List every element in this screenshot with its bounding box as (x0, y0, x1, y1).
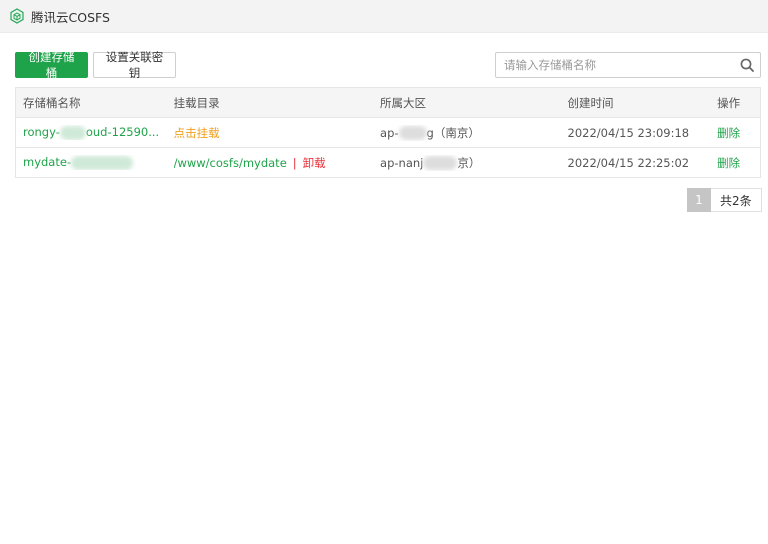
created-time: 2022/04/15 23:09:18 (567, 125, 690, 140)
delete-link[interactable]: 删除 (717, 155, 760, 171)
search-box (495, 52, 761, 78)
header-mount-dir: 挂载目录 (173, 95, 220, 110)
app-title: 腾讯云COSFS (31, 9, 110, 25)
separator: | (292, 155, 297, 170)
total-count: 共2条 (711, 188, 762, 212)
toolbar: 创建存储桶 设置关联密钥 (15, 50, 176, 80)
mount-link[interactable]: 点击挂载 (174, 125, 380, 141)
region: ap-g（南京） (380, 125, 480, 140)
delete-link[interactable]: 删除 (717, 125, 760, 141)
header-region: 所属大区 (380, 95, 427, 110)
bucket-name[interactable]: mydate- (16, 155, 174, 170)
redacted-blur (423, 156, 458, 170)
title-bar: 腾讯云COSFS (0, 0, 768, 33)
redacted-blur (71, 155, 134, 170)
created-time: 2022/04/15 22:25:02 (567, 155, 690, 170)
table-header: 存储桶名称 挂载目录 所属大区 创建时间 操作 (16, 88, 760, 117)
bucket-table: 存储桶名称 挂载目录 所属大区 创建时间 操作 rongy-oud-12590.… (15, 87, 761, 178)
pagination: 1 共2条 (687, 188, 762, 212)
table-row: mydate- /www/cosfs/mydate | 卸载 ap-nanj 京） 2… (16, 147, 760, 177)
mount-path: /www/cosfs/mydate (173, 155, 287, 170)
redacted-blur (398, 126, 427, 140)
mount-cell: /www/cosfs/mydate | 卸载 (174, 155, 380, 171)
bucket-name[interactable]: rongy-oud-12590... (16, 125, 174, 140)
header-actions: 操作 (717, 95, 741, 110)
unmount-link[interactable]: 卸载 (303, 156, 326, 170)
page-1-button[interactable]: 1 (687, 188, 711, 212)
search-icon[interactable] (734, 53, 760, 77)
set-keys-button[interactable]: 设置关联密钥 (93, 50, 176, 80)
region: ap-nanj 京） (380, 155, 481, 170)
redacted-blur (59, 125, 86, 140)
search-input[interactable] (496, 53, 734, 77)
cube-icon (9, 8, 25, 24)
header-bucket-name: 存储桶名称 (23, 95, 81, 110)
table-row: rongy-oud-12590... 点击挂载 ap-g（南京） 2022/04… (16, 117, 760, 147)
header-created-time: 创建时间 (567, 95, 614, 110)
create-bucket-button[interactable]: 创建存储桶 (15, 50, 88, 80)
